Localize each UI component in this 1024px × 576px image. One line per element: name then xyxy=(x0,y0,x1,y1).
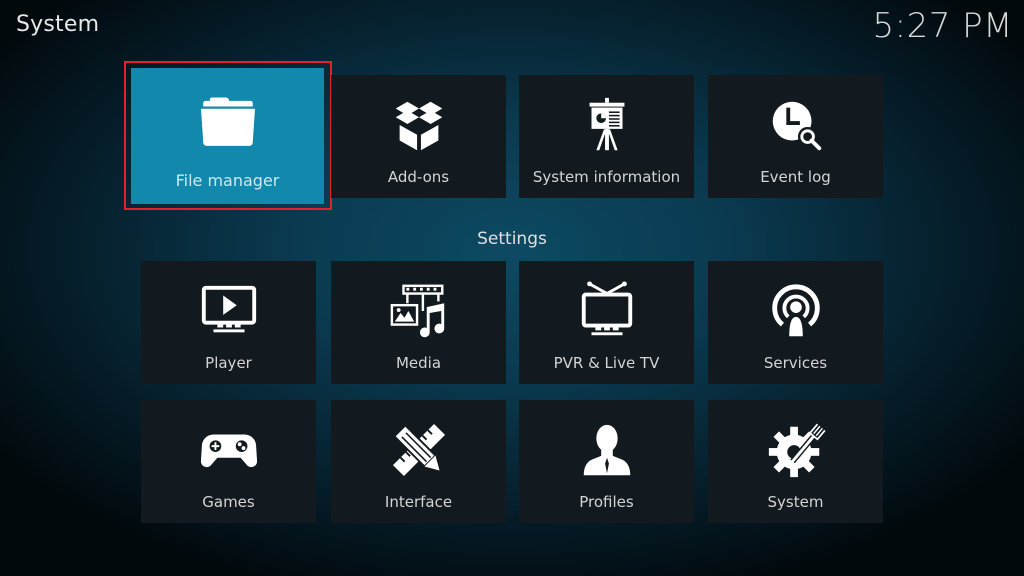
tile-label: PVR & Live TV xyxy=(553,354,660,372)
tile-label: Games xyxy=(202,493,255,511)
tile-services[interactable]: Services xyxy=(708,261,883,384)
user-profile-icon xyxy=(519,420,694,480)
tile-profiles[interactable]: Profiles xyxy=(519,400,694,523)
clock-search-icon xyxy=(708,95,883,155)
tile-system-information[interactable]: System information xyxy=(519,75,694,198)
tile-media[interactable]: Media xyxy=(331,261,506,384)
tile-file-manager[interactable]: File manager xyxy=(131,68,324,204)
tile-label: File manager xyxy=(175,171,280,190)
tile-label: Media xyxy=(395,354,442,372)
media-film-image-music-icon xyxy=(331,281,506,341)
tv-play-icon xyxy=(141,281,316,341)
tile-event-log[interactable]: Event log xyxy=(708,75,883,198)
folder-icon xyxy=(131,90,324,150)
tile-label: Interface xyxy=(384,493,453,511)
tile-player[interactable]: Player xyxy=(141,261,316,384)
window-title: System xyxy=(16,12,100,37)
tile-label: Services xyxy=(763,354,828,372)
tile-label: Player xyxy=(205,354,252,372)
tile-label: Add-ons xyxy=(387,168,450,186)
presentation-board-icon xyxy=(519,95,694,155)
tile-label: Event log xyxy=(760,168,831,186)
settings-section-label: Settings xyxy=(477,229,547,249)
clock: 5:27 PM xyxy=(872,6,1013,46)
tile-label: System information xyxy=(532,168,681,186)
open-box-icon xyxy=(331,95,506,155)
tile-interface[interactable]: Interface xyxy=(331,400,506,523)
gamepad-icon xyxy=(141,420,316,480)
tile-add-ons[interactable]: Add-ons xyxy=(331,75,506,198)
tile-games[interactable]: Games xyxy=(141,400,316,523)
tile-pvr-live-tv[interactable]: PVR & Live TV xyxy=(519,261,694,384)
broadcast-icon xyxy=(708,281,883,341)
tv-antenna-icon xyxy=(519,281,694,341)
tile-system[interactable]: System xyxy=(708,400,883,523)
tile-label: System xyxy=(767,493,824,511)
tile-label: Profiles xyxy=(579,493,634,511)
gear-wrench-icon xyxy=(708,420,883,480)
pencil-ruler-icon xyxy=(331,420,506,480)
